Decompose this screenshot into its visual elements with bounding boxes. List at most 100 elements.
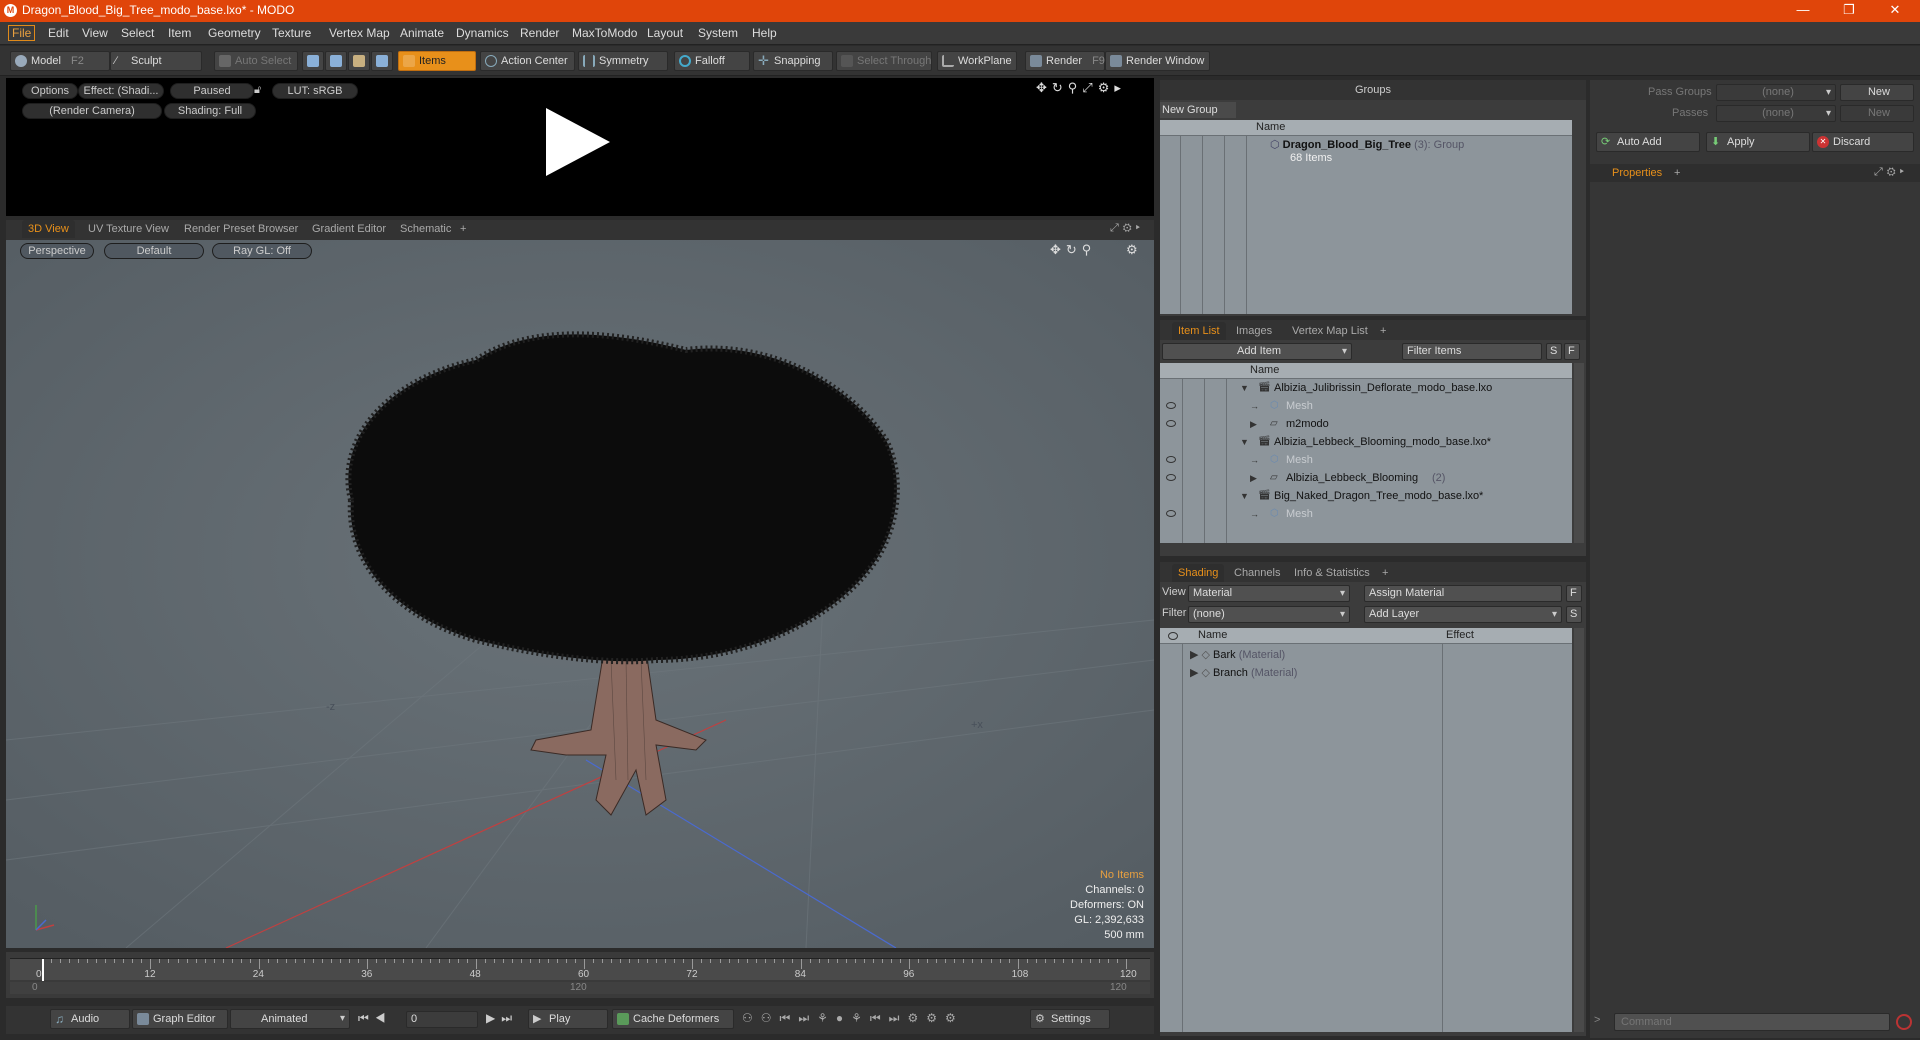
expand-arrow-icon[interactable]: → [1250,505,1259,523]
item-list-row[interactable]: ▼ 🎬︎ Albizia_Julibrissin_Deflorate_modo_ba… [1160,379,1572,397]
visibility-eye-icon[interactable] [1166,474,1176,481]
preview-nav-icons[interactable]: ✥↻⚲⤢⚙▸ [1036,80,1126,96]
menu-render[interactable]: Render [516,26,563,40]
symmetry-button[interactable]: Symmetry [578,51,668,71]
tab-schematic[interactable]: Schematic [394,220,457,238]
item-list-f-button[interactable]: F [1564,343,1580,360]
shader-tree-scrollbar[interactable] [1574,628,1584,1032]
properties-panel-icons[interactable]: ⤢⚙▸ [1874,166,1908,179]
perspective-dropdown[interactable]: Perspective [20,243,94,259]
transport-back-icons[interactable]: ⏮◀ [358,1011,392,1026]
3d-viewport[interactable]: -z +x Perspective Default Ray GL: Off ✥↻… [6,240,1154,948]
viewport-expand-icon[interactable]: ⤢⚙▸ [1110,222,1144,235]
new-pass-button[interactable]: New [1840,105,1914,122]
add-layer-dropdown[interactable]: Add Layer [1364,606,1562,623]
menu-dynamics[interactable]: Dynamics [452,26,513,40]
apply-button[interactable]: ⬇ Apply [1706,132,1810,152]
key-tools-icons[interactable]: ⚇⚇⏮⏭⚘●⚘⏮⏭⚙⚙⚙ [742,1011,964,1026]
camera-dropdown[interactable]: (Render Camera) [22,103,162,119]
default-dropdown[interactable]: Default [104,243,204,259]
items-mode-button[interactable]: Items [398,51,476,71]
snapping-button[interactable]: ✛ Snapping [753,51,833,71]
shading-s-button[interactable]: S [1566,606,1582,623]
edges-mode-button[interactable] [325,51,347,71]
tab-vertex-map-list[interactable]: Vertex Map List [1286,322,1374,340]
item-list-row[interactable]: ▼ 🎬︎ Big_Naked_Dragon_Tree_modo_base.lxo* [1160,487,1572,505]
timeline-ruler[interactable]: 0 12 24 36 48 60 72 84 96 108 120 [10,958,1150,981]
menu-select[interactable]: Select [117,26,158,40]
restore-button[interactable]: ❐ [1826,0,1872,22]
lock-icon[interactable]: 🔓︎ [254,84,268,98]
frame-input[interactable]: 0 [406,1011,478,1028]
passes-dropdown[interactable]: (none) [1716,105,1836,122]
tab-item-list[interactable]: Item List [1172,322,1226,340]
falloff-button[interactable]: Falloff [674,51,750,71]
shader-row-bark[interactable]: ▶ ◇ Bark (Material) [1190,646,1285,664]
viewport-settings-icon[interactable]: ⚙ [1126,242,1138,258]
auto-select-button[interactable]: Auto Select [214,51,298,71]
minimize-button[interactable]: — [1780,0,1826,22]
audio-button[interactable]: ♫ Audio [50,1009,130,1029]
tab-channels[interactable]: Channels [1228,564,1286,582]
assign-material-button[interactable]: Assign Material [1364,585,1562,602]
expand-arrow-icon[interactable]: ▶ [1250,415,1257,433]
model-button[interactable]: Model F2 [10,51,110,71]
menu-file[interactable]: File [8,25,36,41]
new-group-button[interactable]: New Group [1160,102,1236,118]
graph-editor-button[interactable]: Graph Editor [132,1009,228,1029]
play-render-icon[interactable] [546,108,610,176]
expand-arrow-icon[interactable]: → [1250,451,1259,469]
menu-system[interactable]: System [694,26,742,40]
add-item-list-tab[interactable]: + [1374,322,1392,340]
tab-gradient-editor[interactable]: Gradient Editor [306,220,392,238]
cache-deformers-button[interactable]: Cache Deformers [612,1009,734,1029]
command-input[interactable] [1614,1013,1890,1031]
shader-tree[interactable]: Name Effect ▶ ◇ Bark (Material) ▶ ◇ Bran… [1160,628,1572,1032]
visibility-eye-icon[interactable] [1166,510,1176,517]
view-dropdown[interactable]: Material [1188,585,1350,602]
tab-render-preset-browser[interactable]: Render Preset Browser [178,220,304,238]
preview-options-button[interactable]: Options [22,83,78,99]
add-properties-tab[interactable]: + [1668,164,1686,182]
item-tree[interactable]: Name ▼ 🎬︎ Albizia_Julibrissin_Deflorate_mo… [1160,363,1572,543]
menu-help[interactable]: Help [748,26,781,40]
item-list-scrollbar[interactable] [1574,363,1584,543]
menu-item[interactable]: Item [164,26,195,40]
timeline-playhead[interactable] [42,959,44,981]
item-list-row[interactable]: ▶ ▱ m2modo [1160,415,1572,433]
preview-effect-dropdown[interactable]: Effect: (Shadi... [78,83,164,99]
expand-arrow-icon[interactable]: → [1250,397,1259,415]
menu-geometry[interactable]: Geometry [204,26,265,40]
new-pass-group-button[interactable]: New [1840,84,1914,101]
timeline-range-bar[interactable]: 0 120 120 [10,982,1150,994]
command-record-icon[interactable] [1896,1014,1912,1030]
item-list-row[interactable]: ▶ ▱ Albizia_Lebbeck_Blooming (2) [1160,469,1572,487]
group-row[interactable]: ⬡ Dragon_Blood_Big_Tree (3): Group [1270,138,1464,151]
vertices-mode-button[interactable] [302,51,324,71]
close-button[interactable]: ✕ [1872,0,1918,22]
groups-list[interactable]: Name ⬡ Dragon_Blood_Big_Tree (3): Group … [1160,120,1572,314]
materials-mode-button[interactable] [371,51,393,71]
settings-button[interactable]: ⚙ Settings [1030,1009,1110,1029]
tab-uv-texture-view[interactable]: UV Texture View [82,220,175,238]
tab-shading[interactable]: Shading [1172,564,1225,582]
menu-layout[interactable]: Layout [643,26,687,40]
collapse-arrow-icon[interactable]: ▼ [1240,379,1249,397]
render-button[interactable]: Render F9 [1025,51,1105,71]
action-center-button[interactable]: Action Center [480,51,575,71]
item-list-row[interactable]: ▼ 🎬︎ Albizia_Lebbeck_Blooming_modo_base.lx… [1160,433,1572,451]
tab-images[interactable]: Images [1230,322,1278,340]
filter-items-input[interactable]: Filter Items [1402,343,1542,360]
lut-dropdown[interactable]: LUT: sRGB [272,83,358,99]
menu-maxtomodo[interactable]: MaxToModo [568,26,641,40]
play-button[interactable]: ▶ Play [528,1009,608,1029]
discard-button[interactable]: ✕ Discard [1812,132,1914,152]
item-list-s-button[interactable]: S [1546,343,1562,360]
tab-info-statistics[interactable]: Info & Statistics [1288,564,1376,582]
select-through-button[interactable]: Select Through [836,51,932,71]
auto-add-button[interactable]: ⟳ Auto Add [1596,132,1700,152]
collapse-arrow-icon[interactable]: ▼ [1240,487,1249,505]
animated-dropdown[interactable]: Animated [230,1009,350,1029]
item-list-row[interactable]: → ⬡ Mesh [1160,505,1572,523]
polygons-mode-button[interactable] [348,51,370,71]
